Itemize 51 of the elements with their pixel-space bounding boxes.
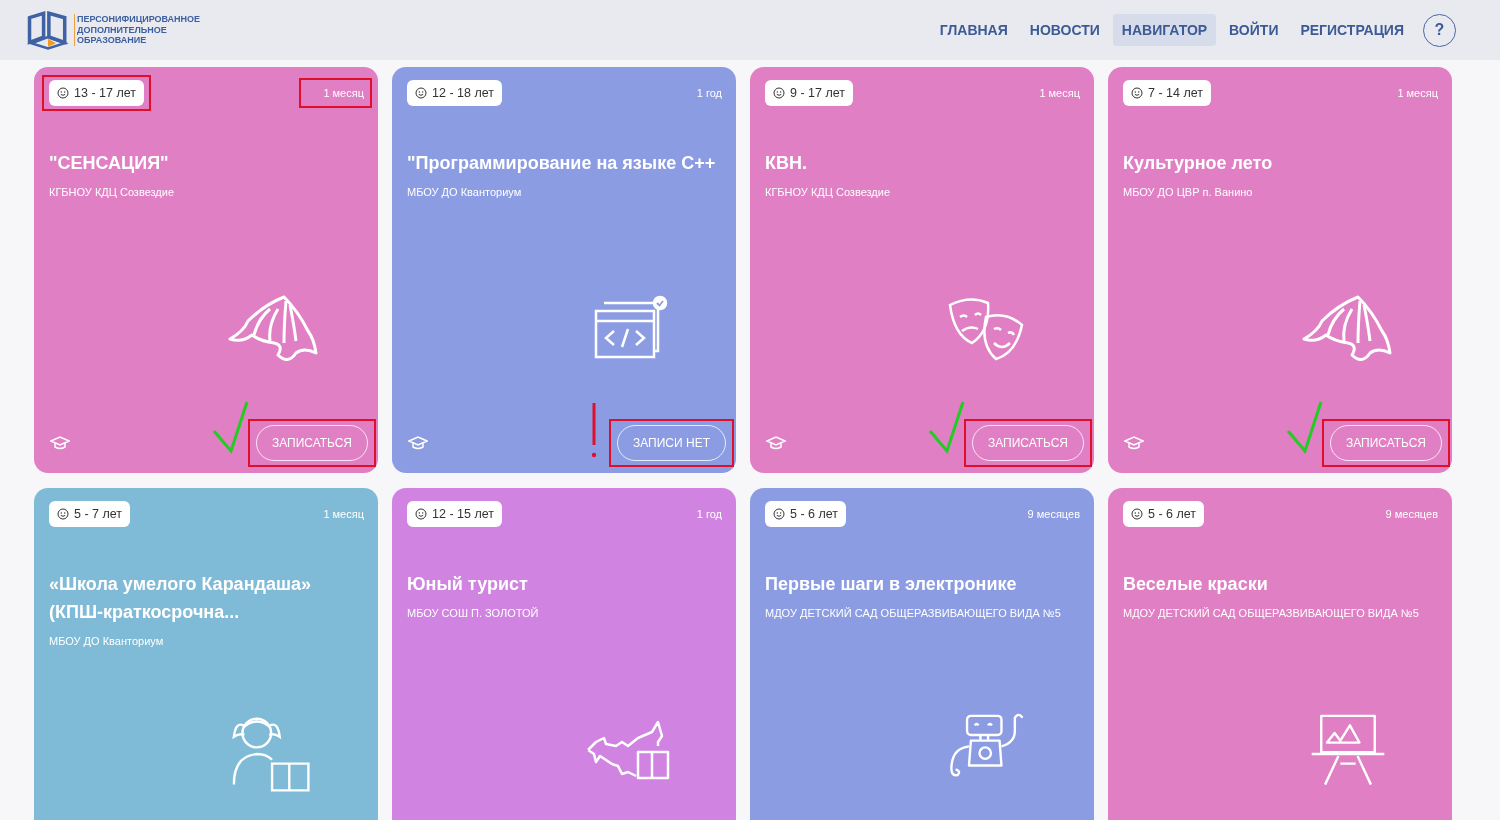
- course-title: Первые шаги в электронике: [765, 573, 1018, 596]
- course-card[interactable]: 12 - 15 лет 1 год Юный турист МБОУ СОШ П. ЗОЛОТОЙ: [392, 488, 736, 820]
- duration-text: 1 месяц: [1397, 86, 1438, 101]
- course-card[interactable]: 12 - 18 лет 1 год "Программирование на языке С++ МБОУ ДО Кванториум ЗАПИСИ НЕТ: [392, 67, 736, 473]
- age-badge: 5 - 7 лет: [49, 501, 131, 527]
- age-badge: 7 - 14 лет: [1123, 80, 1211, 106]
- logo-text: ПЕРСОНИФИЦИРОВАННОЕ ДОПОЛНИТЕЛЬНОЕ ОБРАЗОВАНИЕ: [74, 14, 201, 46]
- logo-icon: [26, 10, 70, 50]
- nav-link[interactable]: РЕГИСТРАЦИЯ: [1291, 14, 1413, 46]
- duration-text: 1 месяц: [1039, 86, 1080, 101]
- organization-text: КГБНОУ КДЦ Созвездие: [765, 186, 891, 198]
- organization-text: МДОУ ДЕТСКИЙ САД ОБЩЕРАЗВИВАЮЩЕГО ВИДА №5: [765, 607, 1062, 619]
- duration-text: 1 месяц: [323, 507, 364, 522]
- course-card[interactable]: 7 - 14 лет 1 месяц Культурное лето МБОУ ДО ЦВР п. Ванино ЗАПИСАТЬСЯ: [1108, 67, 1452, 473]
- course-title: Юный турист: [407, 573, 529, 596]
- course-card[interactable]: 5 - 7 лет 1 месяц «Школа умелого Карандаша» (КПШ-краткосрочна... МБОУ ДО Кванториум: [34, 488, 378, 820]
- age-badge: 5 - 6 лет: [765, 501, 847, 527]
- age-badge: 12 - 15 лет: [407, 501, 502, 527]
- nav-link[interactable]: ГЛАВНАЯ: [930, 14, 1017, 46]
- graduation-cap-icon: [408, 435, 428, 451]
- duration-text: 9 месяцев: [1385, 507, 1438, 522]
- course-card[interactable]: 5 - 6 лет 9 месяцев Веселые краски МДОУ ДЕТСКИЙ САД ОБЩЕРАЗВИВАЮЩЕГО ВИДА №5: [1108, 488, 1452, 820]
- nav-link[interactable]: ВОЙТИ: [1220, 14, 1288, 46]
- age-badge: 5 - 6 лет: [1123, 501, 1205, 527]
- age-badge: 12 - 18 лет: [407, 80, 502, 106]
- duration-text: 1 год: [696, 507, 722, 522]
- course-title: Культурное лето: [1123, 152, 1274, 175]
- course-card[interactable]: 9 - 17 лет 1 месяц КВН. КГБНОУ КДЦ Созвездие ЗАПИСАТЬСЯ: [750, 67, 1094, 473]
- course-title: "СЕНСАЦИЯ": [49, 152, 170, 175]
- age-badge: 13 - 17 лет: [49, 80, 144, 106]
- age-badge: 9 - 17 лет: [765, 80, 853, 106]
- nav-link[interactable]: НОВОСТИ: [1020, 14, 1109, 46]
- course-title: «Школа умелого Карандаша» (КПШ-краткосрочна...: [49, 573, 312, 624]
- organization-text: МБОУ ДО Кванториум: [407, 186, 523, 198]
- course-title: КВН.: [765, 152, 808, 175]
- graduation-cap-icon: [1124, 435, 1144, 451]
- graduation-cap-icon: [766, 435, 786, 451]
- duration-text: 1 месяц: [323, 86, 364, 101]
- organization-text: МБОУ ДО ЦВР п. Ванино: [1123, 186, 1254, 198]
- duration-text: 9 месяцев: [1027, 507, 1080, 522]
- course-card[interactable]: 5 - 6 лет 9 месяцев Первые шаги в электронике МДОУ ДЕТСКИЙ САД ОБЩЕРАЗВИВАЮЩЕГО ВИДА №5: [750, 488, 1094, 820]
- course-title: Веселые краски: [1123, 573, 1269, 596]
- organization-text: МБОУ ДО Кванториум: [49, 635, 165, 647]
- graduation-cap-icon: [50, 435, 70, 451]
- organization-text: КГБНОУ КДЦ Созвездие: [49, 186, 175, 198]
- organization-text: МБОУ СОШ П. ЗОЛОТОЙ: [407, 607, 540, 619]
- course-card[interactable]: 13 - 17 лет 1 месяц "СЕНСАЦИЯ" КГБНОУ КДЦ Созвездие ЗАПИСАТЬСЯ: [34, 67, 378, 473]
- nav-link[interactable]: НАВИГАТОР: [1112, 14, 1217, 46]
- duration-text: 1 год: [696, 86, 722, 101]
- course-title: "Программирование на языке С++: [407, 152, 717, 175]
- organization-text: МДОУ ДЕТСКИЙ САД ОБЩЕРАЗВИВАЮЩЕГО ВИДА №5: [1123, 607, 1420, 619]
